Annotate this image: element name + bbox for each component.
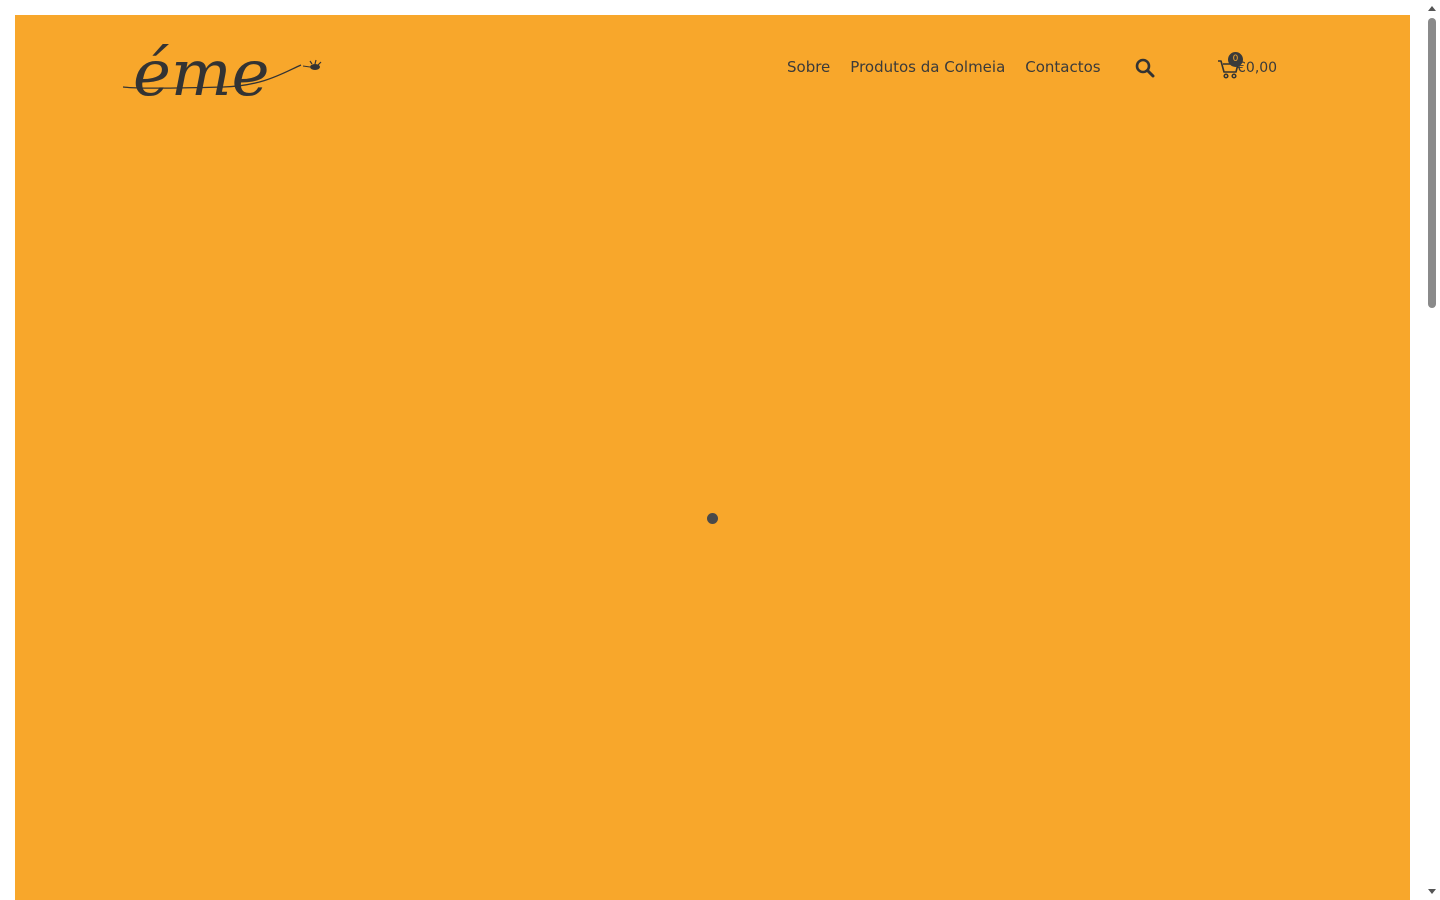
vertical-scrollbar[interactable]	[1424, 0, 1440, 900]
main-nav: Sobre Produtos da Colmeia Contactos	[787, 58, 1101, 76]
scroll-thumb[interactable]	[1428, 18, 1436, 308]
page-background: éme Sobre Produtos da Colmeia Contactos …	[15, 15, 1410, 900]
cart-count-badge: 0	[1228, 52, 1243, 67]
nav-link-sobre[interactable]: Sobre	[787, 58, 830, 76]
loading-dot	[707, 513, 718, 524]
nav-link-produtos[interactable]: Produtos da Colmeia	[850, 58, 1005, 76]
search-icon	[1135, 58, 1155, 78]
logo-wordmark: éme	[133, 37, 269, 105]
search-button[interactable]	[1135, 58, 1157, 80]
bee-icon	[302, 59, 322, 70]
scroll-up-icon[interactable]	[1428, 6, 1436, 11]
scroll-down-icon[interactable]	[1428, 889, 1436, 894]
cart-button[interactable]: 0 €0,00	[1217, 52, 1278, 83]
cart-total: €0,00	[1237, 60, 1278, 76]
site-logo[interactable]: éme	[123, 33, 333, 105]
nav-link-contactos[interactable]: Contactos	[1025, 58, 1100, 76]
